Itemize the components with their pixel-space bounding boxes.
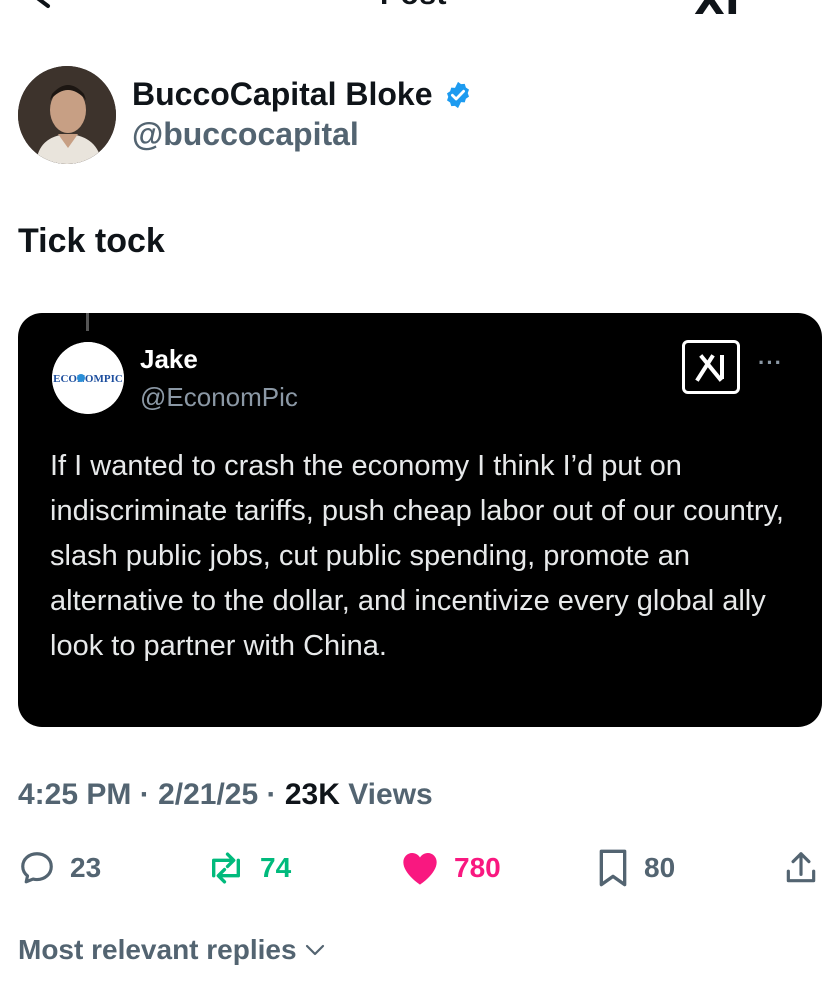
views-count: 23K (284, 778, 340, 811)
like-button[interactable]: 780 (400, 846, 501, 890)
post-date: 2/21/25 (158, 778, 259, 811)
share-button[interactable] (782, 846, 820, 890)
more-options-icon[interactable]: ··· (760, 0, 796, 12)
page-title: Post (380, 0, 447, 12)
back-arrow-icon[interactable] (26, 0, 70, 14)
post-time: 4:25 PM (18, 778, 132, 811)
share-icon (786, 852, 816, 883)
author-handle[interactable]: @buccocapital (132, 116, 359, 153)
quoted-author-avatar[interactable]: ECONOMPIC (52, 342, 124, 414)
chevron-down-icon (305, 944, 324, 956)
quoted-author-handle[interactable]: @EconomPic (140, 382, 298, 413)
quoted-post-text: If I wanted to crash the economy I think… (50, 450, 784, 662)
quoted-more-icon[interactable]: ··· (758, 350, 783, 376)
author-name[interactable]: BuccoCapital Bloke (132, 76, 473, 113)
replies-sort-dropdown[interactable]: Most relevant replies (18, 934, 327, 966)
bookmark-icon (599, 849, 627, 887)
tweet-text: Tick tock (18, 222, 165, 260)
bookmark-count: 80 (644, 852, 676, 883)
repost-count: 74 (260, 852, 292, 883)
heart-icon (403, 853, 437, 885)
reply-count: 23 (70, 852, 102, 883)
quoted-author-name[interactable]: Jake (140, 344, 198, 375)
thread-line (86, 313, 89, 331)
repost-icon (212, 852, 240, 884)
grok-icon[interactable] (682, 340, 740, 394)
reply-icon (21, 852, 53, 884)
verified-badge-icon (446, 81, 469, 108)
post-timestamp: 4:25 PM · 2/21/25 · 23K Views (18, 778, 433, 811)
like-count: 780 (454, 852, 501, 883)
author-name-text: BuccoCapital Bloke (132, 76, 433, 112)
economic-logo-text: ECONOMPIC (53, 373, 123, 385)
author-avatar[interactable] (18, 66, 116, 164)
bookmark-button[interactable]: 80 (596, 846, 675, 890)
reply-button[interactable]: 23 (18, 846, 101, 890)
grok-icon[interactable]: XI (694, 0, 740, 24)
replies-sort-label: Most relevant replies (18, 934, 297, 965)
views-label: Views (348, 778, 433, 811)
repost-button[interactable]: 74 (206, 846, 291, 890)
